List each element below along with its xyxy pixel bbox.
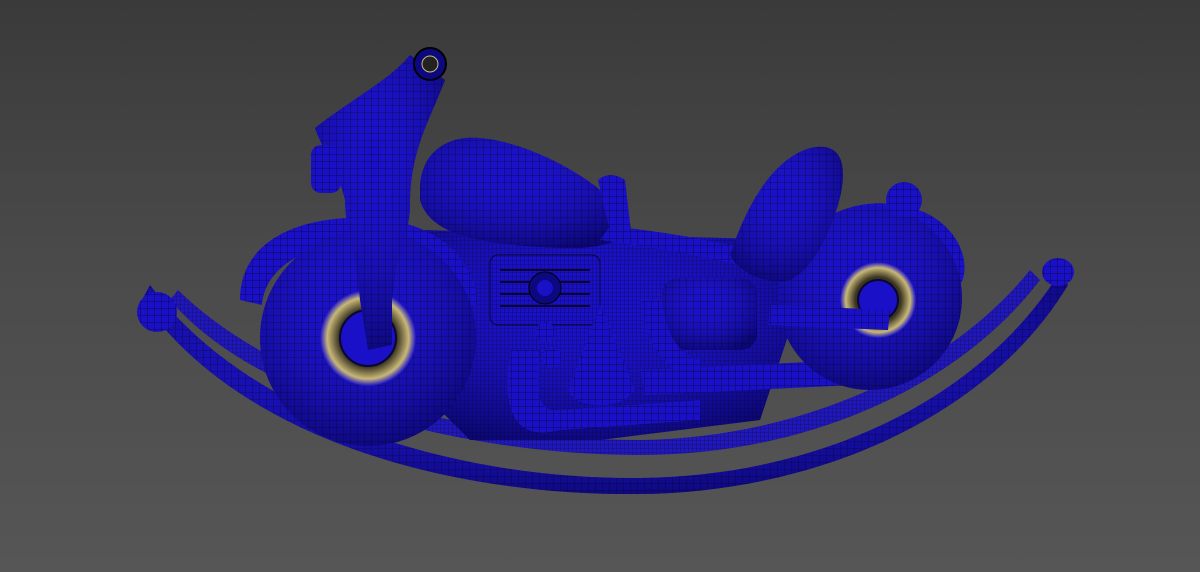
rocker-end-cap-left [137, 292, 177, 332]
engine-bolt-upper [535, 322, 555, 342]
tail-light [886, 182, 922, 218]
rocker-end-cap-right [1042, 258, 1074, 286]
engine-bolt-lower [542, 348, 562, 368]
headlight [311, 145, 341, 193]
3d-viewport[interactable] [0, 0, 1200, 572]
wireframe-model-render[interactable] [0, 0, 1200, 572]
engine-cylinder [489, 254, 601, 326]
